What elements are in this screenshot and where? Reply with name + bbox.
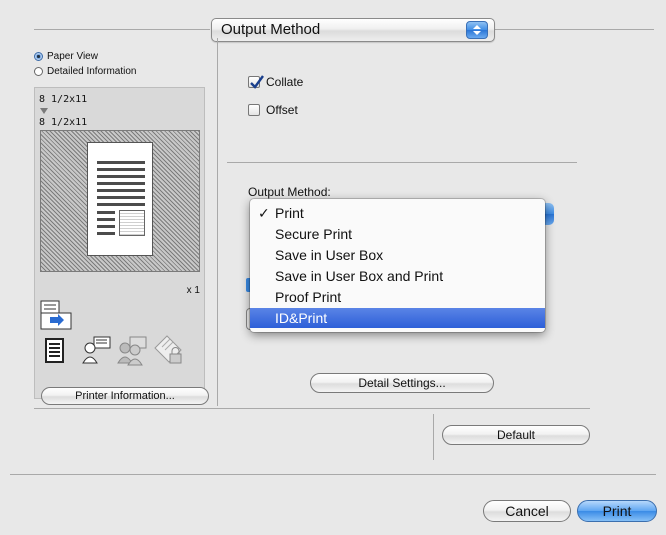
output-tray-icon: [40, 300, 72, 330]
menu-checkmark-icon: ✓: [258, 205, 270, 221]
page-thumbnail: [87, 142, 153, 256]
document-icon: [45, 338, 64, 363]
menu-item-label: Print: [275, 205, 304, 221]
left-panel-divider: [217, 38, 218, 406]
down-triangle-icon: [40, 108, 48, 114]
paper-preview-panel: 8 1/2x11 8 1/2x11 x 1: [34, 87, 205, 399]
top-separator-right: [494, 29, 654, 30]
detail-settings-button[interactable]: Detail Settings...: [310, 373, 494, 393]
middle-separator: [34, 408, 590, 409]
menu-item-label: Save in User Box and Print: [275, 268, 444, 284]
checkmark-icon: [250, 75, 264, 89]
default-button[interactable]: Default: [442, 425, 590, 445]
secure-document-icon: [154, 335, 182, 364]
paper-size-bottom: 8 1/2x11: [39, 117, 88, 128]
paper-preview-area: [40, 130, 200, 272]
cancel-button[interactable]: Cancel: [483, 500, 571, 522]
radio-detailed-information[interactable]: Detailed Information: [34, 66, 137, 77]
bottom-separator: [10, 474, 656, 475]
radio-paper-view[interactable]: Paper View: [34, 51, 98, 62]
output-method-menu[interactable]: ✓ Print Secure Print Save in User Box Sa…: [250, 199, 545, 332]
user-box-group-icon: [117, 336, 147, 366]
radio-label: Detailed Information: [47, 66, 137, 77]
menu-item-save-in-user-box[interactable]: Save in User Box: [250, 245, 545, 265]
printer-information-button[interactable]: Printer Information...: [41, 387, 209, 405]
radio-icon: [34, 52, 43, 61]
menu-item-label: Proof Print: [275, 289, 342, 305]
print-button[interactable]: Print: [577, 500, 657, 522]
output-method-label: Output Method:: [248, 185, 331, 199]
top-separator-left: [34, 29, 210, 30]
collate-label: Collate: [266, 75, 304, 89]
popup-arrows-icon: [466, 21, 488, 39]
paper-size-top: 8 1/2x11: [39, 94, 88, 105]
offset-label: Offset: [266, 103, 298, 117]
menu-item-proof-print[interactable]: Proof Print: [250, 287, 545, 307]
menu-item-label: ID&Print: [275, 310, 328, 326]
output-method-popup[interactable]: Output Method: [211, 18, 495, 42]
menu-item-id-print[interactable]: ID&Print: [250, 308, 545, 328]
popup-label: Output Method: [221, 21, 321, 38]
default-divider: [433, 414, 434, 460]
menu-item-label: Secure Print: [275, 226, 353, 242]
user-box-icon: [82, 336, 111, 364]
radio-label: Paper View: [47, 51, 98, 62]
offset-checkbox[interactable]: [248, 104, 260, 116]
menu-item-save-in-user-box-and-print[interactable]: Save in User Box and Print: [250, 266, 545, 286]
copies-count: x 1: [186, 285, 200, 296]
menu-item-print[interactable]: ✓ Print: [250, 203, 545, 223]
options-separator: [227, 162, 577, 163]
radio-icon: [34, 67, 43, 76]
menu-item-secure-print[interactable]: Secure Print: [250, 224, 545, 244]
collate-checkbox[interactable]: [248, 75, 264, 89]
menu-item-label: Save in User Box: [275, 247, 384, 263]
